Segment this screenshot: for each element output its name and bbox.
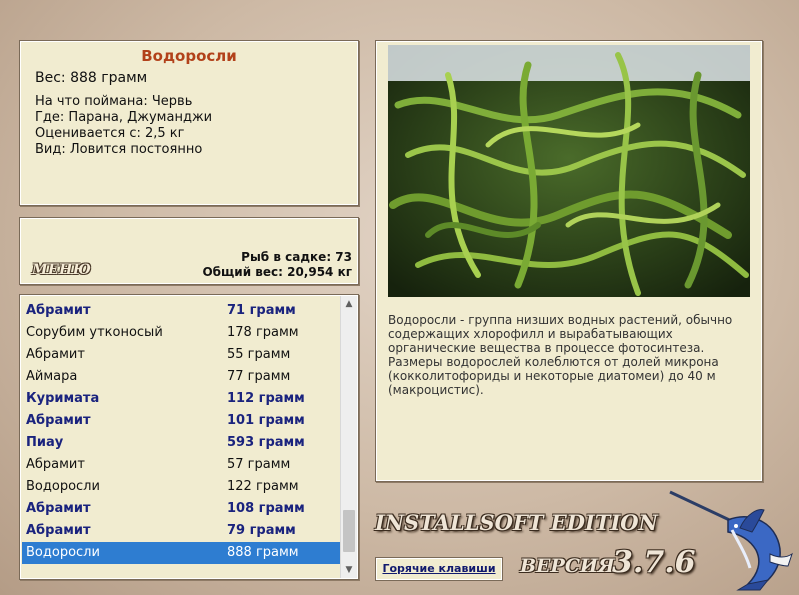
list-item[interactable]: Пиау 593 грамм [22,432,342,454]
fish-description: Водоросли - группа низших водных растени… [388,313,733,397]
list-item[interactable]: Абрамит 101 грамм [22,410,342,432]
list-item-name: Абрамит [26,501,91,516]
scroll-thumb[interactable] [343,510,355,552]
list-item-name: Куримата [26,391,100,406]
list-item-weight: 122 грамм [227,479,299,494]
list-item-weight: 101 грамм [227,413,305,428]
list-item[interactable]: Абрамит 55 грамм [22,344,342,366]
list-item-name: Абрамит [26,303,91,318]
list-item-weight: 79 грамм [227,523,296,538]
list-item[interactable]: Куримата 112 грамм [22,388,342,410]
menu-button[interactable]: МЕНЮ [32,262,91,278]
list-item[interactable]: Абрамит 71 грамм [22,300,342,322]
brand-title: INSTALLSOFT EDITION [375,510,658,535]
fish-title: Водоросли [141,47,237,65]
list-item-weight: 178 грамм [227,325,299,340]
species-line: Вид: Ловится постоянно [35,142,203,157]
list-item-name: Абрамит [26,413,91,428]
scrollbar[interactable]: ▲ ▼ [340,296,357,578]
list-item-weight: 57 грамм [227,457,291,472]
chevron-up-icon[interactable]: ▲ [341,296,357,312]
list-item[interactable]: Абрамит 57 грамм [22,454,342,476]
list-item-weight: 108 грамм [227,501,305,516]
stats-panel: МЕНЮ Рыб в садке: 73 Общий вес: 20,954 к… [19,217,359,285]
marlin-logo [669,490,793,591]
list-item[interactable]: Водоросли 888 грамм [22,542,342,564]
list-item-weight: 593 грамм [227,435,305,450]
fish-info-panel: Водоросли Вес: 888 грамм На что поймана:… [19,40,359,206]
total-weight: Общий вес: 20,954 кг [202,265,352,279]
list-item-name: Абрамит [26,523,91,538]
list-item[interactable]: Водоросли 122 грамм [22,476,342,498]
list-item-name: Водоросли [26,479,100,494]
list-item-name: Сорубим утконосый [26,325,163,340]
list-item-weight: 55 грамм [227,347,291,362]
list-item-weight: 71 грамм [227,303,296,318]
list-item[interactable]: Абрамит 108 грамм [22,498,342,520]
list-item[interactable]: Аймара 77 грамм [22,366,342,388]
hotkeys-button[interactable]: Горячие клавиши [375,557,503,581]
list-item-weight: 77 грамм [227,369,291,384]
list-item[interactable]: Сорубим утконосый 178 грамм [22,322,342,344]
list-item-name: Абрамит [26,347,85,362]
value-line: Оценивается с: 2,5 кг [35,126,185,141]
seaweed-photo [388,45,750,297]
list-item-weight: 888 грамм [227,545,299,560]
list-item-name: Пиау [26,435,64,450]
fish-count: Рыб в садке: 73 [241,250,352,264]
location-line: Где: Парана, Джуманджи [35,110,213,125]
chevron-down-icon[interactable]: ▼ [341,562,357,578]
list-item[interactable]: Абрамит 79 грамм [22,520,342,542]
version-label: ВЕРСИЯ [520,555,615,577]
list-item-weight: 112 грамм [227,391,305,406]
list-item-name: Водоросли [26,545,100,560]
list-item-name: Аймара [26,369,78,384]
list-item-name: Абрамит [26,457,85,472]
fish-image-panel: Водоросли - группа низших водных растени… [375,40,763,482]
caught-on-line: На что поймана: Червь [35,94,193,109]
fish-weight: Вес: 888 грамм [35,70,148,86]
catch-list[interactable]: Абрамит 71 грамм Сорубим утконосый 178 грам… [19,294,359,580]
